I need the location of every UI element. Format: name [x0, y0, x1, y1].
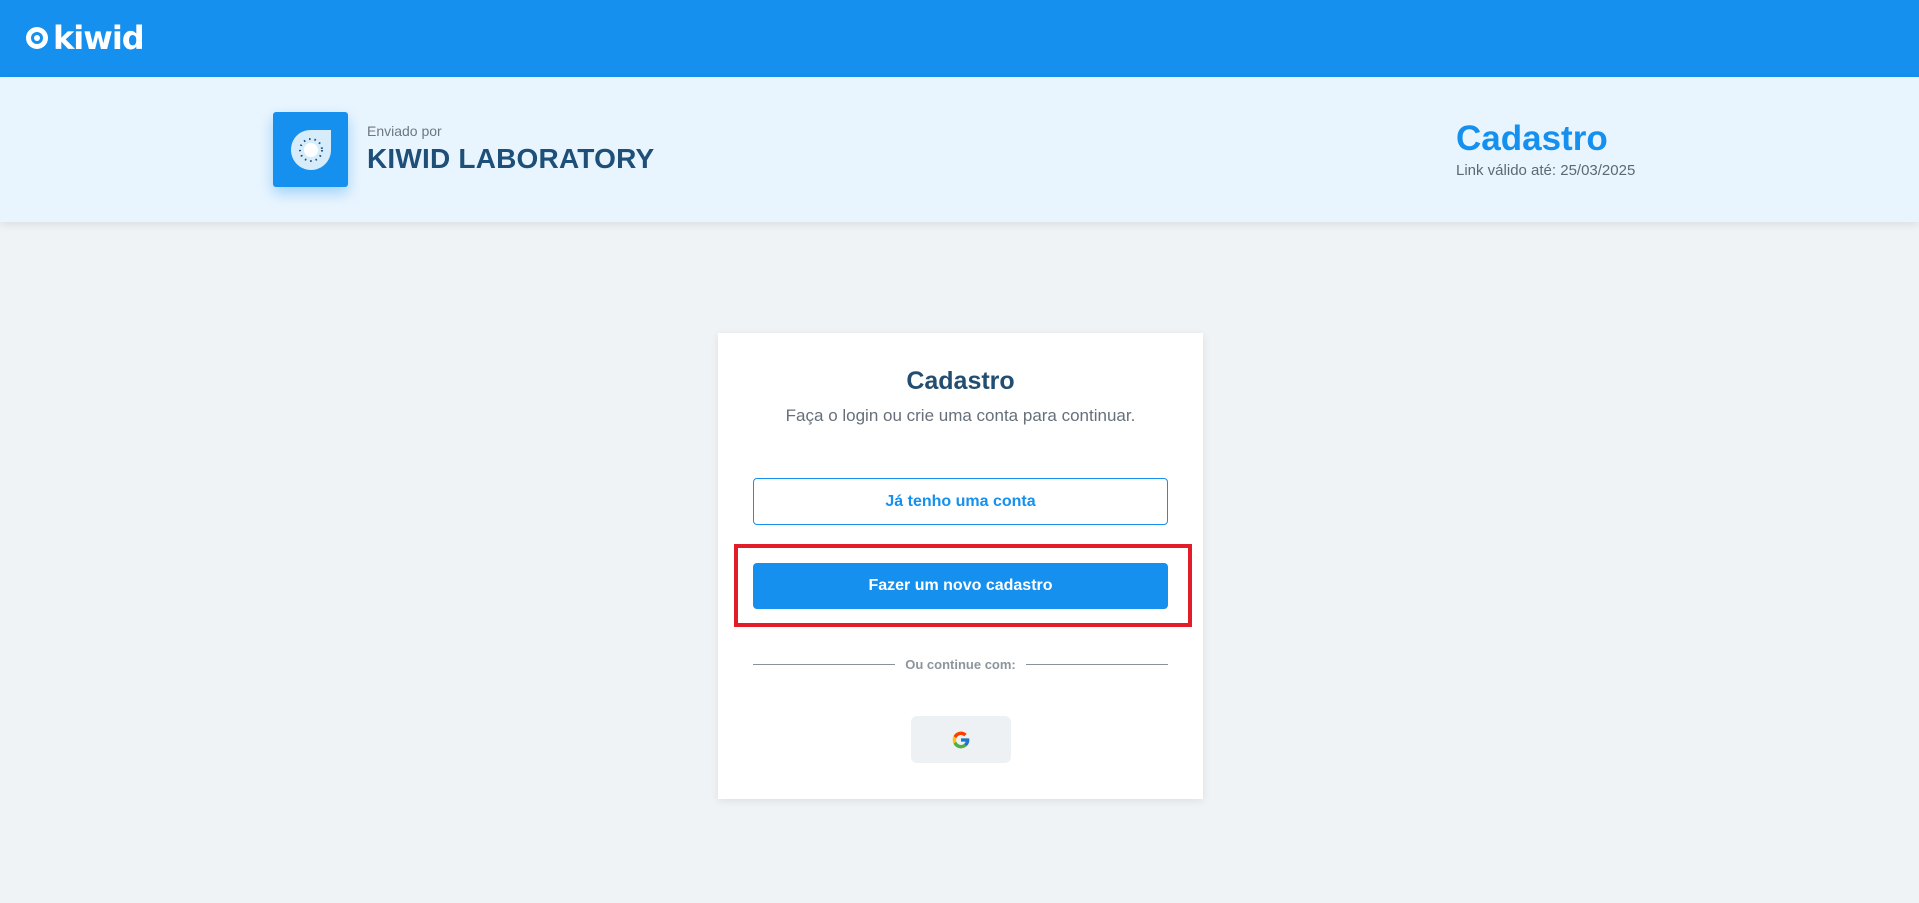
page-title: Cadastro: [1456, 119, 1608, 158]
organization-logo: [273, 112, 348, 187]
organization-name: KIWID LABORATORY: [367, 143, 655, 174]
google-icon: [952, 731, 970, 748]
link-valid-date: Link válido até: 25/03/2025: [1456, 162, 1636, 179]
google-login-button[interactable]: [911, 716, 1011, 763]
sent-by-label: Enviado por: [367, 123, 442, 139]
card-title: Cadastro: [906, 367, 1015, 395]
new-registration-button[interactable]: Fazer um novo cadastro: [753, 563, 1168, 609]
kiwi-logo-icon: [290, 129, 331, 170]
divider-line-left: [753, 663, 896, 665]
sender-header: Enviado por KIWID LABORATORY Cadastro Li…: [0, 77, 1919, 222]
brand-name: kiwid: [53, 19, 145, 57]
card-subtitle: Faça o login ou crie uma conta para cont…: [785, 406, 1136, 425]
brand-logo[interactable]: kiwid: [25, 19, 145, 57]
top-navigation-bar: kiwid: [0, 0, 1919, 77]
existing-account-button[interactable]: Já tenho uma conta: [753, 478, 1168, 525]
divider-line-right: [1025, 663, 1168, 665]
divider: Ou continue com:: [753, 654, 1168, 674]
kiwi-icon: [26, 27, 48, 49]
registration-card: Cadastro Faça o login ou crie uma conta …: [718, 333, 1203, 799]
divider-text: Ou continue com:: [905, 656, 1016, 672]
